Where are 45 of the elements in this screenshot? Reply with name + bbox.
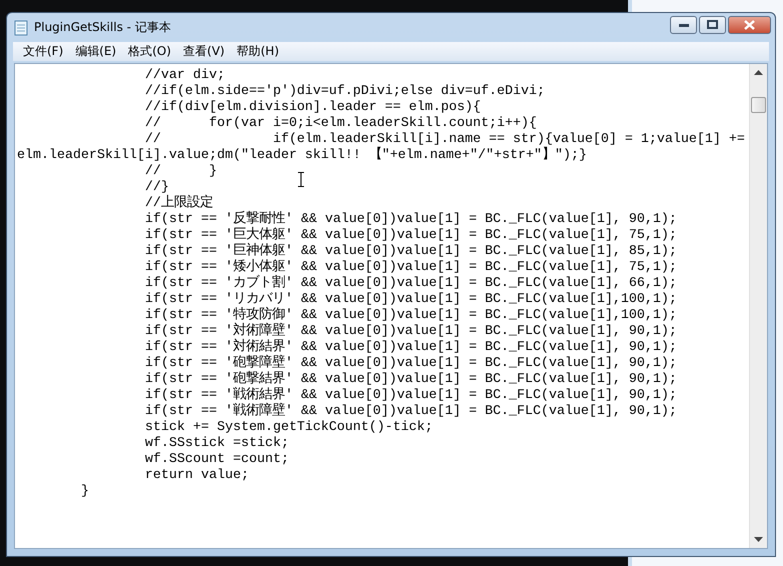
code-line: if(str == '戦術障壁' && value[0])value[1] = BC._FLC(value[1], 90,1);	[144, 404, 677, 420]
code-line: //}	[144, 180, 169, 195]
code-line: if(str == '戦術結界' && value[0])value[1] = BC._FLC(value[1], 90,1);	[144, 388, 677, 403]
scroll-up-icon[interactable]	[754, 70, 763, 75]
vertical-scrollbar[interactable]	[749, 64, 767, 548]
menu-item[interactable]: 帮助(H)	[230, 43, 285, 60]
menu-item[interactable]: 格式(O)	[122, 43, 178, 60]
code-line: if(str == '砲撃障壁' && value[0])value[1] = BC._FLC(value[1], 90,1);	[144, 356, 677, 371]
code-line: wf.SScount =count;	[144, 452, 289, 468]
code-line: // }	[144, 164, 217, 180]
code-line: if(str == '対術障壁' && value[0])value[1] = BC._FLC(value[1], 90,1);	[144, 324, 677, 339]
scroll-down-icon[interactable]	[754, 537, 763, 542]
code-line: elm.leaderSkill[i].value;dm("leader skill!! 【"+elm.name+"/"+str+"】");}	[17, 148, 587, 164]
close-icon	[744, 20, 755, 30]
maximize-icon	[707, 20, 718, 29]
code-line: if(str == '巨神体躯' && value[0])value[1] = BC._FLC(value[1], 85,1);	[144, 244, 677, 259]
code-line: // for(var i=0;i<elm.leaderSkill.count;i++){	[144, 116, 537, 132]
code-line: stick += System.getTickCount()-tick;	[144, 420, 433, 436]
code-line: if(str == '反撃耐性' && value[0])value[1] = BC._FLC(value[1], 90,1);	[144, 212, 677, 227]
code-line: if(str == '砲撃結界' && value[0])value[1] = BC._FLC(value[1], 90,1);	[144, 372, 677, 387]
code-line: //if(elm.side=='p')div=uf.pDivi;else div=uf.eDivi;	[144, 84, 545, 100]
code-line: // if(elm.leaderSkill[i].name == str){value[0] = 1;value[1] +=	[144, 132, 745, 147]
window-title: PluginGetSkills - 记事本	[34, 19, 172, 36]
code-line: if(str == '矮小体躯' && value[0])value[1] = BC._FLC(value[1], 75,1);	[144, 260, 677, 275]
code-line: //if(div[elm.division].leader == elm.pos){	[144, 100, 481, 116]
code-line: //上限設定	[144, 196, 213, 212]
notepad-icon	[14, 20, 28, 36]
code-line: }	[80, 484, 89, 500]
minimize-button[interactable]	[670, 16, 697, 34]
code-line: if(str == '特攻防御' && value[0])value[1] = BC._FLC(value[1],100,1);	[144, 308, 677, 323]
menu-item[interactable]: 查看(V)	[177, 43, 231, 60]
menu-item[interactable]: 文件(F)	[17, 43, 70, 60]
scrollbar-thumb[interactable]	[751, 97, 766, 113]
code-line: //var div;	[144, 68, 225, 84]
text-cursor-icon	[297, 172, 305, 187]
code-line: if(str == '対術結界' && value[0])value[1] = BC._FLC(value[1], 90,1);	[144, 340, 677, 355]
code-line: if(str == '巨大体躯' && value[0])value[1] = BC._FLC(value[1], 75,1);	[144, 228, 677, 243]
maximize-button[interactable]	[699, 16, 726, 34]
code-line: wf.SSstick =stick;	[144, 436, 289, 452]
minimize-icon	[678, 22, 688, 26]
close-button[interactable]	[728, 16, 771, 34]
code-line: if(str == 'カブト割' && value[0])value[1] = BC._FLC(value[1], 66,1);	[144, 276, 677, 292]
menu-item[interactable]: 编辑(E)	[69, 43, 122, 60]
code-line: if(str == 'リカバリ' && value[0])value[1] = BC._FLC(value[1],100,1);	[144, 292, 677, 307]
code-line: return value;	[144, 468, 249, 484]
